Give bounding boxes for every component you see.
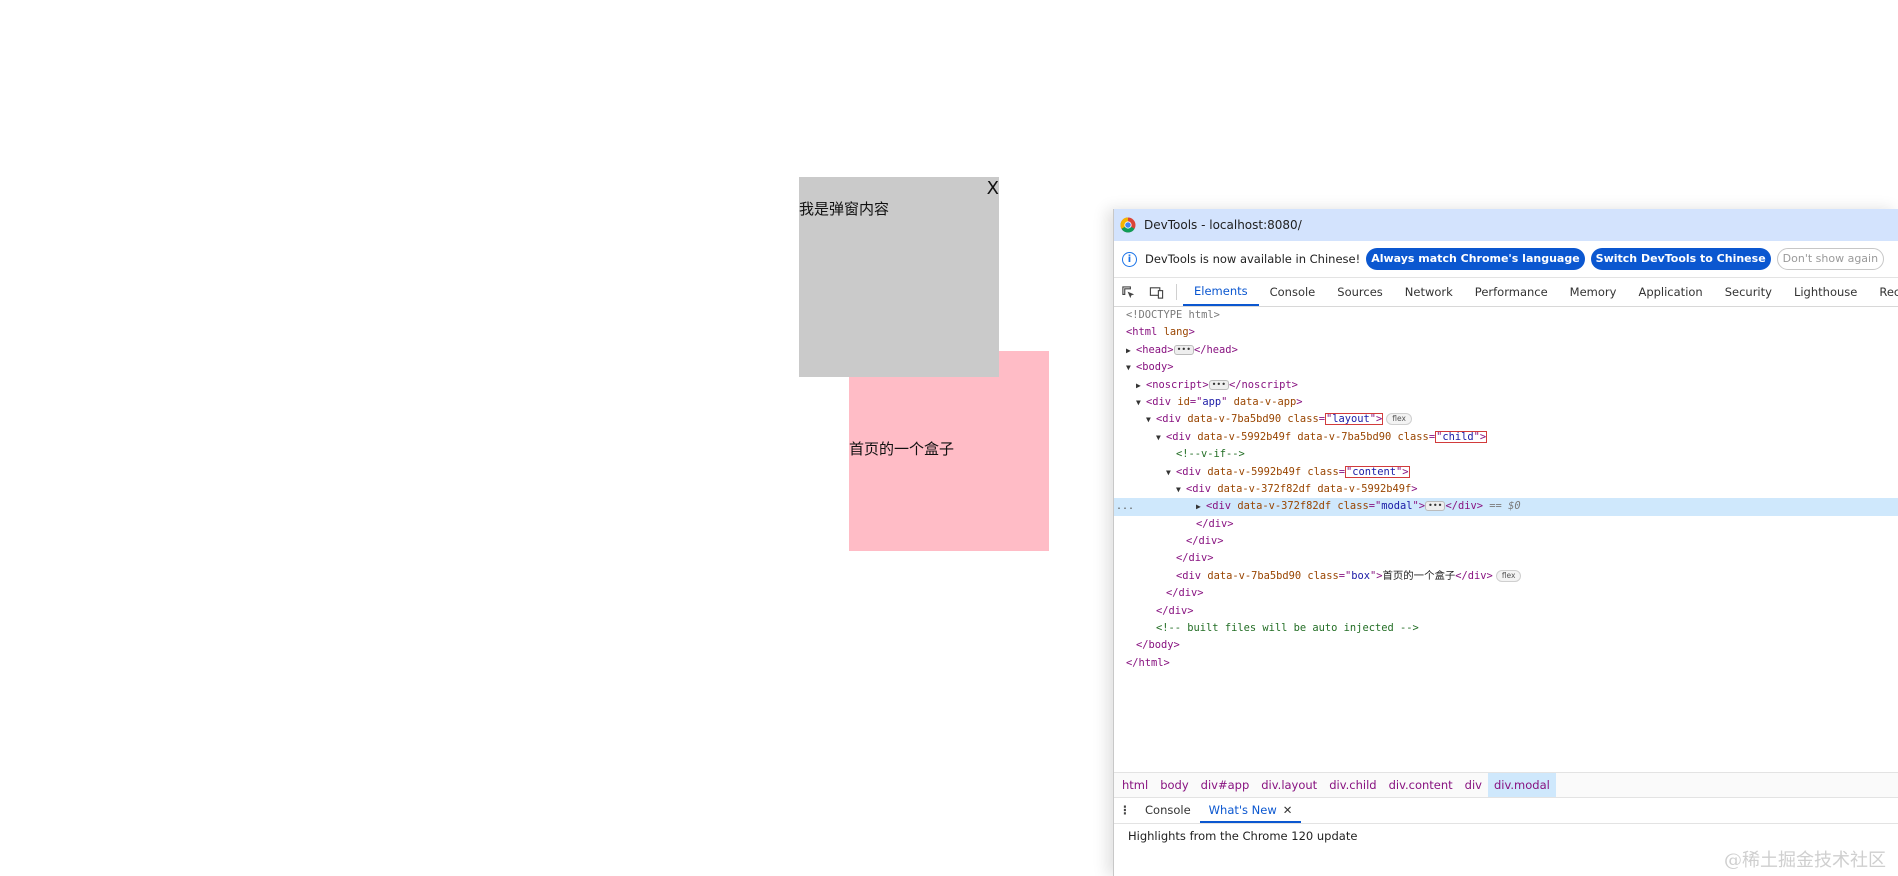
dom-line-close-div[interactable]: </div> bbox=[1114, 585, 1898, 602]
dom-line-div-box[interactable]: <div data-v-7ba5bd90 class="box">首页的一个盒子… bbox=[1114, 568, 1898, 585]
expand-arrow-icon[interactable]: ▶ bbox=[1136, 377, 1146, 394]
breadcrumb-div-content[interactable]: div.content bbox=[1383, 773, 1459, 797]
dom-line-div-inner[interactable]: ▼ <div data-v-372f82df data-v-5992b49f> bbox=[1114, 481, 1898, 498]
tab-application[interactable]: Application bbox=[1627, 278, 1713, 306]
dom-line-head[interactable]: ▶ <head> ••• </head> bbox=[1114, 342, 1898, 359]
breadcrumb-div[interactable]: div bbox=[1459, 773, 1488, 797]
dom-line-close-div[interactable]: </div> bbox=[1114, 533, 1898, 550]
devtools-tabbar: Elements Console Sources Network Perform… bbox=[1114, 278, 1898, 307]
breadcrumb-div-child[interactable]: div.child bbox=[1323, 773, 1382, 797]
ellipsis-icon[interactable]: ••• bbox=[1425, 501, 1446, 512]
tab-elements[interactable]: Elements bbox=[1183, 278, 1259, 306]
language-infobar: i DevTools is now available in Chinese! … bbox=[1114, 241, 1898, 278]
dom-line-div-content[interactable]: ▼ <div data-v-5992b49f class="content"> bbox=[1114, 464, 1898, 481]
devtools-window: DevTools - localhost:8080/ i DevTools is… bbox=[1113, 209, 1898, 876]
dom-line-html[interactable]: <html lang> bbox=[1114, 324, 1898, 341]
flex-badge[interactable]: flex bbox=[1495, 569, 1522, 582]
more-dots-icon[interactable]: ... bbox=[1116, 498, 1134, 515]
dom-line-div-layout[interactable]: ▼ <div data-v-7ba5bd90 class="layout"> fle… bbox=[1114, 411, 1898, 428]
drawer-tab-whats-new-label: What's New bbox=[1208, 803, 1277, 817]
dom-line-comment-vif[interactable]: <!--v-if--> bbox=[1114, 446, 1898, 463]
switch-to-chinese-button[interactable]: Switch DevTools to Chinese bbox=[1590, 248, 1771, 270]
home-box-text: 首页的一个盒子 bbox=[849, 440, 955, 458]
info-icon: i bbox=[1122, 251, 1137, 267]
ellipsis-icon[interactable]: ••• bbox=[1208, 379, 1230, 390]
flex-badge[interactable]: flex bbox=[1386, 413, 1412, 426]
tab-console[interactable]: Console bbox=[1259, 278, 1327, 306]
expand-arrow-icon[interactable]: ▶ bbox=[1196, 498, 1206, 515]
dom-line-close-div[interactable]: </div> bbox=[1114, 516, 1898, 533]
tab-recorder[interactable]: Recorder bbox=[1868, 278, 1898, 306]
close-icon[interactable]: ✕ bbox=[1283, 803, 1293, 817]
whats-new-headline: Highlights from the Chrome 120 update bbox=[1128, 829, 1358, 843]
tab-lighthouse[interactable]: Lighthouse bbox=[1783, 278, 1868, 306]
breadcrumb-div-layout[interactable]: div.layout bbox=[1255, 773, 1323, 797]
dom-line-div-app[interactable]: ▼ <div id="app" data-v-app> bbox=[1114, 394, 1898, 411]
highlight-box: "layout"> bbox=[1324, 413, 1384, 426]
dom-line-div-modal-selected[interactable]: ... ▶ <div data-v-372f82df class="modal"> •… bbox=[1114, 498, 1898, 516]
dom-line-close-div[interactable]: </div> bbox=[1114, 550, 1898, 567]
collapse-arrow-icon[interactable]: ▼ bbox=[1166, 464, 1176, 481]
drawer-tab-whats-new[interactable]: What's New ✕ bbox=[1199, 797, 1302, 823]
highlight-box: "child"> bbox=[1435, 430, 1488, 443]
drawer-tabbar: ⋮ Console What's New ✕ bbox=[1114, 797, 1898, 824]
dom-line-close-html[interactable]: </html> bbox=[1114, 655, 1898, 672]
devtools-titlebar[interactable]: DevTools - localhost:8080/ bbox=[1114, 209, 1898, 241]
highlight-box: "content"> bbox=[1344, 465, 1410, 478]
chrome-logo-icon bbox=[1120, 217, 1136, 233]
breadcrumb-div-modal[interactable]: div.modal bbox=[1487, 773, 1556, 797]
breadcrumb-html[interactable]: html bbox=[1116, 773, 1154, 797]
modal-content-text: 我是弹窗内容 bbox=[799, 200, 890, 218]
collapse-arrow-icon[interactable]: ▼ bbox=[1176, 481, 1186, 498]
breadcrumb-div-app[interactable]: div#app bbox=[1195, 773, 1256, 797]
dom-line-body[interactable]: ▼ <body> bbox=[1114, 359, 1898, 376]
dom-line-close-div[interactable]: </div> bbox=[1114, 603, 1898, 620]
home-box: 首页的一个盒子 bbox=[849, 351, 1049, 551]
tab-memory[interactable]: Memory bbox=[1559, 278, 1628, 306]
tab-security[interactable]: Security bbox=[1714, 278, 1783, 306]
dont-show-again-button[interactable]: Don't show again bbox=[1776, 248, 1885, 270]
more-options-icon[interactable]: ⋮ bbox=[1114, 803, 1136, 817]
tab-network[interactable]: Network bbox=[1394, 278, 1464, 306]
devtools-title: DevTools - localhost:8080/ bbox=[1144, 218, 1302, 232]
dom-breadcrumb: html body div#app div.layout div.child d… bbox=[1114, 772, 1898, 798]
dom-line-noscript[interactable]: ▶ <noscript> ••• </noscript> bbox=[1114, 377, 1898, 394]
elements-dom-tree: <!DOCTYPE html> <html lang> ▶ <head> ••• </… bbox=[1114, 307, 1898, 669]
tab-sources[interactable]: Sources bbox=[1326, 278, 1394, 306]
drawer-tab-console[interactable]: Console bbox=[1136, 797, 1200, 823]
modal: X 我是弹窗内容 bbox=[799, 177, 999, 377]
dom-line-comment-built[interactable]: <!-- built files will be auto injected -… bbox=[1114, 620, 1898, 637]
dom-line-div-child[interactable]: ▼ <div data-v-5992b49f data-v-7ba5bd90 cl… bbox=[1114, 429, 1898, 446]
tab-separator bbox=[1176, 284, 1177, 300]
inspect-element-icon[interactable] bbox=[1114, 278, 1142, 306]
device-toolbar-icon[interactable] bbox=[1142, 278, 1170, 306]
breadcrumb-body[interactable]: body bbox=[1154, 773, 1194, 797]
expand-arrow-icon[interactable]: ▶ bbox=[1126, 342, 1136, 359]
collapse-arrow-icon[interactable]: ▼ bbox=[1126, 359, 1136, 376]
collapse-arrow-icon[interactable]: ▼ bbox=[1136, 394, 1146, 411]
ellipsis-icon[interactable]: ••• bbox=[1173, 344, 1195, 355]
collapse-arrow-icon[interactable]: ▼ bbox=[1146, 411, 1156, 428]
always-match-language-button[interactable]: Always match Chrome's language bbox=[1366, 248, 1585, 270]
infobar-message: DevTools is now available in Chinese! bbox=[1145, 252, 1361, 266]
tab-performance[interactable]: Performance bbox=[1464, 278, 1559, 306]
collapse-arrow-icon[interactable]: ▼ bbox=[1156, 429, 1166, 446]
watermark: @稀土掘金技术社区 bbox=[1724, 850, 1886, 871]
modal-close-button[interactable]: X bbox=[987, 179, 999, 199]
dom-line-close-body[interactable]: </body> bbox=[1114, 637, 1898, 654]
dom-line-doctype[interactable]: <!DOCTYPE html> bbox=[1114, 307, 1898, 324]
